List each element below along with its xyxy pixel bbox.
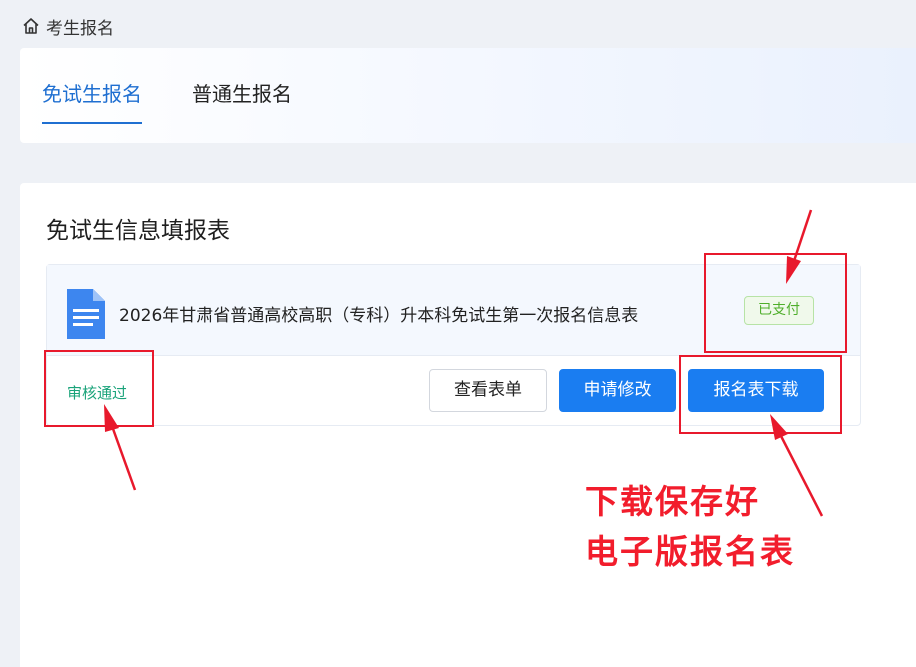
record-name: 2026年甘肃省普通高校高职（专科）升本科免试生第一次报名信息表 (119, 306, 639, 326)
annotation-box-payment (704, 253, 847, 353)
annotation-box-review (44, 350, 154, 427)
breadcrumb-label: 考生报名 (46, 18, 114, 39)
view-form-button[interactable]: 查看表单 (429, 369, 547, 412)
document-icon (65, 287, 107, 345)
breadcrumb[interactable]: 考生报名 (22, 14, 114, 39)
request-edit-button[interactable]: 申请修改 (559, 369, 676, 412)
form-title: 免试生信息填报表 (46, 218, 230, 244)
page: 考生报名 免试生报名 普通生报名 免试生信息填报表 2026年甘肃省普通高校高职… (0, 0, 916, 667)
tab-exempt-registration[interactable]: 免试生报名 (42, 80, 142, 124)
registration-tabs: 免试生报名 普通生报名 (20, 48, 916, 143)
home-icon (22, 17, 40, 35)
annotation-text-line1: 下载保存好 (585, 482, 760, 521)
annotation-text-line2: 电子版报名表 (585, 532, 795, 571)
tab-regular-registration[interactable]: 普通生报名 (192, 80, 292, 124)
annotation-box-download (679, 355, 842, 434)
